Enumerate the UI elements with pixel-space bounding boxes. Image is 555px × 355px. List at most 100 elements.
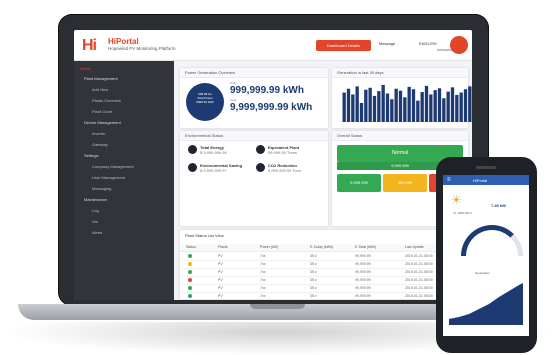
sidebar-item[interactable]: Messaging — [92, 186, 111, 191]
generation-bar-chart — [342, 84, 472, 123]
chart-bar[interactable] — [372, 95, 377, 122]
chart-bar[interactable] — [385, 93, 390, 123]
col-today[interactable]: E-Today (kWh) — [310, 245, 333, 249]
chart-bar[interactable] — [424, 85, 429, 122]
chart-bar[interactable] — [368, 87, 372, 122]
sidebar-item[interactable]: Company Management — [92, 164, 134, 169]
sidebar-item[interactable]: Plant Management — [84, 76, 118, 81]
chart-bar[interactable] — [346, 88, 351, 122]
logo-mark[interactable]: Hi — [82, 37, 97, 55]
table-cell: 2019-01-01 08:00 — [405, 286, 433, 290]
chart-bar[interactable] — [364, 89, 368, 122]
table-cell: 99,999.99 — [355, 286, 371, 290]
table-cell: PV — [218, 278, 223, 282]
table-cell: 99,999.99 — [355, 270, 371, 274]
table-cell: PV — [218, 262, 223, 266]
logo-name[interactable]: HiPortal — [108, 37, 139, 46]
sidebar-item[interactable]: Inverter — [92, 131, 106, 136]
sidebar-item[interactable]: Add New — [92, 87, 108, 92]
chart-bar[interactable] — [416, 100, 420, 122]
chart-bar[interactable] — [446, 91, 450, 122]
chart-bar[interactable] — [459, 92, 463, 122]
laptop-notch — [250, 304, 305, 309]
chart-bar[interactable] — [403, 97, 407, 122]
env-value: 9,999,999.99 Tons — [268, 168, 301, 173]
phone-title: HiPortal — [473, 178, 488, 183]
chart-bar[interactable] — [394, 88, 398, 122]
table-row[interactable]: PV 7xx 35.x 99,999.99 2019-01-01 08:00 — [180, 292, 468, 300]
col-plants[interactable]: Plants — [218, 245, 228, 249]
chart-bar[interactable] — [411, 89, 416, 122]
power-gauge — [461, 225, 523, 256]
power-dial: 999.99 kw Total Power 9999.99 kWh — [186, 83, 224, 121]
status-dot — [188, 286, 192, 290]
chart-bar[interactable] — [437, 88, 442, 122]
status-dot — [188, 254, 192, 258]
sidebar-item[interactable]: Settings — [84, 153, 98, 158]
chart-bar[interactable] — [359, 103, 364, 122]
chart-bar[interactable] — [351, 94, 355, 122]
phone-left-label: Irr. 1000 W/m² — [453, 211, 473, 215]
generation-chart-panel: Generation in last 30 days — [331, 67, 472, 129]
table-cell: 2019-01-01 08:00 — [405, 254, 433, 258]
chart-bar[interactable] — [381, 84, 385, 122]
sun-icon: ☀ — [451, 193, 462, 207]
sidebar-item[interactable]: Gateway — [92, 142, 108, 147]
total-value: 9,999,999.99 kWh — [230, 102, 313, 113]
chart-bar[interactable] — [468, 86, 472, 122]
dashboard-details-button[interactable]: Dashboard Details — [316, 40, 371, 51]
chart-bar[interactable] — [429, 94, 433, 122]
alarm-box[interactable]: 999,999 — [383, 174, 427, 192]
table-cell: PV — [218, 294, 223, 298]
language-select[interactable]: ENGLISH — [419, 41, 437, 46]
table-cell: 2019-01-01 08:00 — [405, 278, 433, 282]
table-cell: 2019-01-01 08:00 — [405, 270, 433, 274]
sidebar-item[interactable]: Plants Overview — [92, 98, 121, 103]
chart-bar[interactable] — [442, 98, 446, 122]
chart-bar[interactable] — [342, 92, 346, 122]
table-header: Status Plants Power (kW) E-Today (kWh) E… — [180, 244, 468, 252]
col-total[interactable]: E-Total (kWh) — [355, 245, 376, 249]
chart-bar[interactable] — [398, 90, 403, 122]
chart-bar[interactable] — [455, 94, 459, 122]
table-cell: 7xx — [260, 270, 266, 274]
phone-header: ≡ HiPortal — [443, 175, 529, 185]
chart-bar[interactable] — [377, 91, 381, 122]
menu-icon[interactable]: ≡ — [447, 177, 451, 183]
sidebar-home[interactable]: Home — [80, 66, 91, 71]
environmental-panel: Environmental Status Total Energy $ 9,99… — [179, 130, 329, 227]
table-cell: 99,999.99 — [355, 262, 371, 266]
chart-bar[interactable] — [463, 89, 468, 122]
chart-bar[interactable] — [390, 99, 394, 122]
sidebar: Home Plant Management Add New Plants Overv… — [74, 61, 174, 300]
chart-bar[interactable] — [420, 92, 424, 122]
sidebar-item[interactable]: Alerts — [92, 230, 102, 235]
chart-bar[interactable] — [450, 87, 455, 122]
chart-bar[interactable] — [407, 86, 411, 122]
laptop-screen: Hi HiPortal Hopewind PV Monitoring Platf… — [74, 30, 472, 300]
offline-box[interactable]: 9,999,999 — [337, 174, 381, 192]
sidebar-item[interactable]: Device Management — [84, 120, 121, 125]
col-power[interactable]: Power (kW) — [260, 245, 278, 249]
table-cell: 2019-01-01 08:00 — [405, 262, 433, 266]
table-toolbar[interactable]: Plant Status List View — [185, 233, 224, 238]
sidebar-item[interactable]: Log — [92, 208, 99, 213]
table-cell: 7xx — [260, 262, 266, 266]
sidebar-item[interactable]: Plant Chart — [92, 109, 112, 114]
table-cell: PV — [218, 286, 223, 290]
table-cell: 7xx — [260, 286, 266, 290]
sidebar-item[interactable]: Via — [92, 219, 98, 224]
table-cell: 99,999.99 — [355, 254, 371, 258]
chart-bar[interactable] — [433, 90, 437, 122]
col-update[interactable]: Last Update — [405, 245, 424, 249]
messages-menu[interactable]: Message — [379, 41, 395, 46]
table-cell: 35.x — [310, 262, 317, 266]
chart-bar[interactable] — [355, 86, 359, 122]
sidebar-item[interactable]: Maintenance — [84, 197, 107, 202]
col-status[interactable]: Status — [186, 245, 196, 249]
table-cell: 35.x — [310, 294, 317, 298]
panel-title: Environmental Status — [185, 133, 224, 138]
tree-icon — [256, 145, 265, 154]
sidebar-item[interactable]: User Management — [92, 175, 125, 180]
table-cell: 7xx — [260, 294, 266, 298]
